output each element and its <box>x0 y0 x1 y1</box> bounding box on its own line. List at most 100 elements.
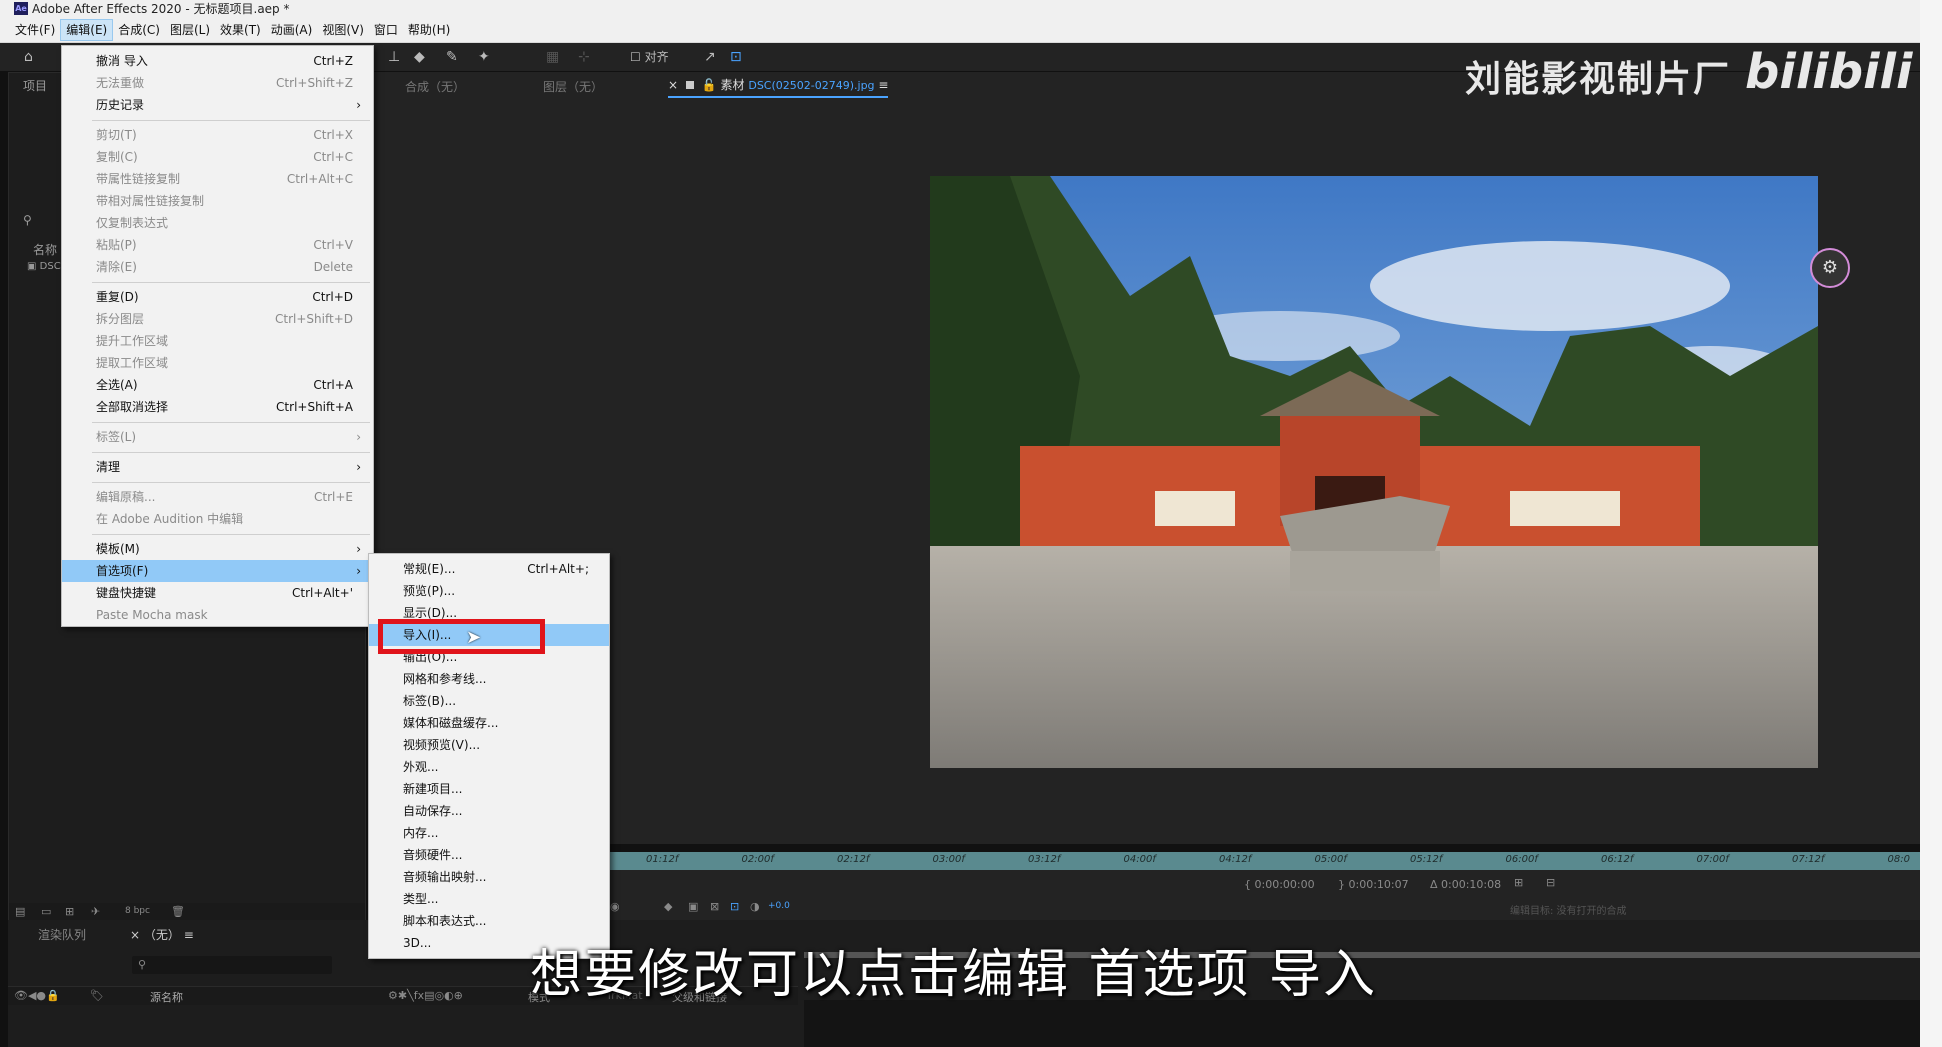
puppet-pin-icon[interactable]: ✦ <box>478 49 490 65</box>
footage-tab[interactable]: × 🔓 素材 DSC(02502-02749).jpg ≡ <box>668 76 889 98</box>
footage-file-name[interactable]: DSC(02502-02749).jpg <box>748 79 874 92</box>
align-checkbox[interactable]: ☐ 对齐 <box>630 48 669 65</box>
stamp-tool-icon[interactable]: ⊥ <box>388 49 400 65</box>
timeline-comp-tab[interactable]: × （无） ≡ <box>130 926 194 943</box>
source-name-header[interactable]: 源名称 <box>150 989 183 1005</box>
preferences-menu-item[interactable]: 视频预览(V)... <box>369 734 609 756</box>
menu-item-shortcut: Ctrl+Alt+; <box>527 562 589 576</box>
snap-target-icon[interactable]: ⊡ <box>730 49 742 65</box>
menu-help[interactable]: 帮助(H) <box>403 18 455 42</box>
axis-tool-icon[interactable]: ▦ <box>546 49 559 65</box>
menu-separator <box>92 534 370 535</box>
edit-menu-item[interactable]: 历史记录 › <box>62 94 373 116</box>
menu-effect[interactable]: 效果(T) <box>215 18 266 42</box>
preferences-menu-item[interactable]: 脚本和表达式... <box>369 910 609 932</box>
menu-file[interactable]: 文件(F) <box>10 18 60 42</box>
close-icon[interactable]: × <box>668 78 678 92</box>
submenu-arrow-icon: › <box>356 564 361 578</box>
menu-composition[interactable]: 合成(C) <box>113 18 165 42</box>
menu-edit[interactable]: 编辑(E) <box>60 19 114 41</box>
home-icon[interactable]: ⌂ <box>24 49 33 65</box>
preferences-menu-item[interactable]: 新建项目... <box>369 778 609 800</box>
ae-logo-icon: Ae <box>14 2 28 15</box>
panel-menu-icon[interactable]: ≡ <box>184 928 194 942</box>
close-icon[interactable]: × <box>130 928 140 942</box>
new-folder-icon[interactable]: ▭ <box>41 905 51 918</box>
menu-item-label: 复制(C) <box>96 150 138 164</box>
exposure-value[interactable]: +0.0 <box>768 901 790 911</box>
out-point[interactable]: } 0:00:10:07 <box>1338 878 1409 891</box>
ruler-tick-label: 02:12f <box>837 854 870 865</box>
ruler-tick-label: 06:12f <box>1601 854 1634 865</box>
duration-readout: Δ 0:00:10:08 <box>1430 878 1502 891</box>
bpc-label[interactable]: 8 bpc <box>125 906 150 916</box>
layer-tab[interactable]: 图层（无） <box>543 78 603 95</box>
preferences-menu-item[interactable]: 音频输出映射... <box>369 866 609 888</box>
preferences-menu-item[interactable]: 常规(E)... Ctrl+Alt+; <box>369 558 609 580</box>
render-queue-tab[interactable]: 渲染队列 <box>38 926 86 943</box>
menu-animation[interactable]: 动画(A) <box>266 18 318 42</box>
edit-menu-item: 带属性链接复制 Ctrl+Alt+C <box>62 168 373 190</box>
edit-target: 编辑目标: 没有打开的合成 <box>1510 906 1627 917</box>
search-icon[interactable]: ⚲ <box>23 213 32 227</box>
menu-view[interactable]: 视图(V) <box>317 18 369 42</box>
preferences-menu-item[interactable]: 外观... <box>369 756 609 778</box>
transparency-icon[interactable]: ⊠ <box>710 900 719 913</box>
timeline-search-input[interactable]: ⚲ <box>132 956 332 974</box>
preferences-menu-item[interactable]: 网格和参考线... <box>369 668 609 690</box>
edit-menu-item[interactable]: 全部取消选择 Ctrl+Shift+A <box>62 396 373 418</box>
lock-icon[interactable]: 🔓 <box>702 78 717 92</box>
menu-window[interactable]: 窗口 <box>369 18 403 42</box>
in-point[interactable]: { 0:00:00:00 <box>1244 878 1315 891</box>
footage-tab-label: 素材 <box>720 78 745 92</box>
menu-layer[interactable]: 图层(L) <box>165 18 215 42</box>
timeline-track-area[interactable] <box>804 1000 1920 1047</box>
eraser-tool-icon[interactable]: ◆ <box>414 49 425 65</box>
edit-menu-item[interactable]: 首选项(F) › <box>62 560 373 582</box>
edit-menu-item[interactable]: 键盘快捷键 Ctrl+Alt+' <box>62 582 373 604</box>
preferences-menu-item[interactable]: 标签(B)... <box>369 690 609 712</box>
new-comp-from-footage-icon[interactable]: ⊟ <box>1546 876 1555 889</box>
panel-menu-icon[interactable]: ≡ <box>878 78 888 92</box>
preferences-menu-item[interactable]: 媒体和磁盘缓存... <box>369 712 609 734</box>
av-switches-icon[interactable]: 👁◀●🔒 <box>14 989 60 1002</box>
fast-preview-icon[interactable]: ⊡ <box>730 900 739 913</box>
label-tag-icon[interactable]: 🏷 <box>90 989 104 1002</box>
menu-item-shortcut: Ctrl+V <box>313 238 353 252</box>
menu-item-label: 内存... <box>403 826 439 840</box>
preferences-menu-item[interactable]: 自动保存... <box>369 800 609 822</box>
edit-menu-item[interactable]: 模板(M) › <box>62 538 373 560</box>
menu-item-shortcut: Delete <box>313 260 353 274</box>
preferences-menu-item[interactable]: 内存... <box>369 822 609 844</box>
edit-menu-item[interactable]: 重复(D) Ctrl+D <box>62 286 373 308</box>
roto-brush-icon[interactable]: ✎ <box>446 49 458 65</box>
preferences-menu-item[interactable]: 预览(P)... <box>369 580 609 602</box>
project-item[interactable]: ▣ DSC <box>27 261 61 272</box>
snapshot-icon[interactable]: ◉ <box>610 900 620 913</box>
edit-menu-item[interactable]: 全选(A) Ctrl+A <box>62 374 373 396</box>
edit-menu-item[interactable]: 撤消 导入 Ctrl+Z <box>62 50 373 72</box>
interpret-footage-icon[interactable]: ▤ <box>15 905 25 918</box>
menu-item-shortcut: Ctrl+D <box>312 290 353 304</box>
menu-item-label: 撤消 导入 <box>96 54 148 68</box>
snap-icon[interactable]: ↗ <box>704 49 716 65</box>
trim-comp-icon[interactable]: ⊞ <box>1514 876 1523 889</box>
channel-icon[interactable]: ◆ <box>664 900 672 913</box>
exposure-icon[interactable]: ◑ <box>750 900 760 913</box>
layer-switches-header[interactable]: ⚙✱╲fx▤◎◐⊕ <box>388 989 463 1002</box>
preferences-menu-item[interactable]: 音频硬件... <box>369 844 609 866</box>
name-column-header[interactable]: 名称 <box>33 241 57 258</box>
floating-assist-icon[interactable]: ⚙ <box>1810 248 1850 288</box>
edit-menu-item: 提升工作区域 <box>62 330 373 352</box>
trash-icon[interactable]: 🗑 <box>171 905 185 918</box>
project-tab[interactable]: 项目 <box>23 77 47 94</box>
preferences-menu-item[interactable]: 类型... <box>369 888 609 910</box>
region-icon[interactable]: ▣ <box>688 900 698 913</box>
adjust-icon[interactable]: ✈ <box>91 905 100 918</box>
world-axis-icon[interactable]: ⊹ <box>578 49 590 65</box>
composition-tab[interactable]: 合成（无） <box>405 78 465 95</box>
new-comp-icon[interactable]: ⊞ <box>65 905 74 918</box>
submenu-arrow-icon: › <box>356 430 361 444</box>
time-ruler[interactable]: 01:12f 02:00f 02:12f 03:00f 03:12f 04:00f 04:1… <box>604 852 1920 870</box>
edit-menu-item[interactable]: 清理 › <box>62 456 373 478</box>
